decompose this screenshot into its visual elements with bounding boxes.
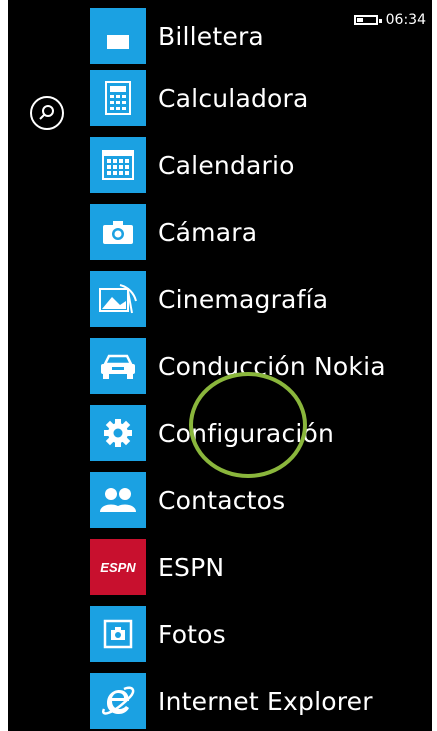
- app-label: Calculadora: [158, 83, 309, 113]
- app-item-internet-explorer[interactable]: Internet Explorer: [90, 673, 420, 729]
- app-item-conduccion-nokia[interactable]: Conducción Nokia: [90, 338, 420, 394]
- app-label: Billetera: [158, 21, 264, 51]
- app-item-contactos[interactable]: Contactos: [90, 472, 420, 528]
- app-label: Internet Explorer: [158, 686, 373, 716]
- app-label: Calendario: [158, 150, 295, 180]
- camera-icon: [90, 204, 146, 260]
- calendar-icon: [90, 137, 146, 193]
- gear-icon: [90, 405, 146, 461]
- app-list-screen: 06:34 Billetera Calculadora Calendario C…: [8, 0, 432, 731]
- app-label: ESPN: [158, 552, 225, 582]
- svg-text:ESPN: ESPN: [100, 560, 136, 574]
- app-label: Fotos: [158, 619, 226, 649]
- internet-explorer-icon: [90, 673, 146, 729]
- app-label: Cámara: [158, 217, 258, 247]
- contacts-icon: [90, 472, 146, 528]
- car-icon: [90, 338, 146, 394]
- app-item-camara[interactable]: Cámara: [90, 204, 420, 260]
- app-item-configuracion[interactable]: Configuración: [90, 405, 420, 461]
- app-label: Conducción Nokia: [158, 351, 386, 381]
- app-item-calendario[interactable]: Calendario: [90, 137, 420, 193]
- app-label: Configuración: [158, 418, 335, 448]
- search-icon: [39, 105, 54, 120]
- app-item-fotos[interactable]: Fotos: [90, 606, 420, 662]
- app-label: Cinemagrafía: [158, 284, 329, 314]
- espn-logo: ESPN: [90, 539, 146, 595]
- calculator-icon: [90, 70, 146, 126]
- app-label: Contactos: [158, 485, 286, 515]
- app-item-cinemagrafia[interactable]: Cinemagrafía: [90, 271, 420, 327]
- app-item-espn[interactable]: ESPN ESPN: [90, 539, 420, 595]
- app-item-calculadora[interactable]: Calculadora: [90, 70, 420, 126]
- app-item-billetera[interactable]: Billetera: [90, 8, 420, 64]
- cinemagraph-icon: [90, 271, 146, 327]
- search-button[interactable]: [30, 96, 64, 130]
- wallet-icon: [90, 8, 146, 64]
- photos-icon: [90, 606, 146, 662]
